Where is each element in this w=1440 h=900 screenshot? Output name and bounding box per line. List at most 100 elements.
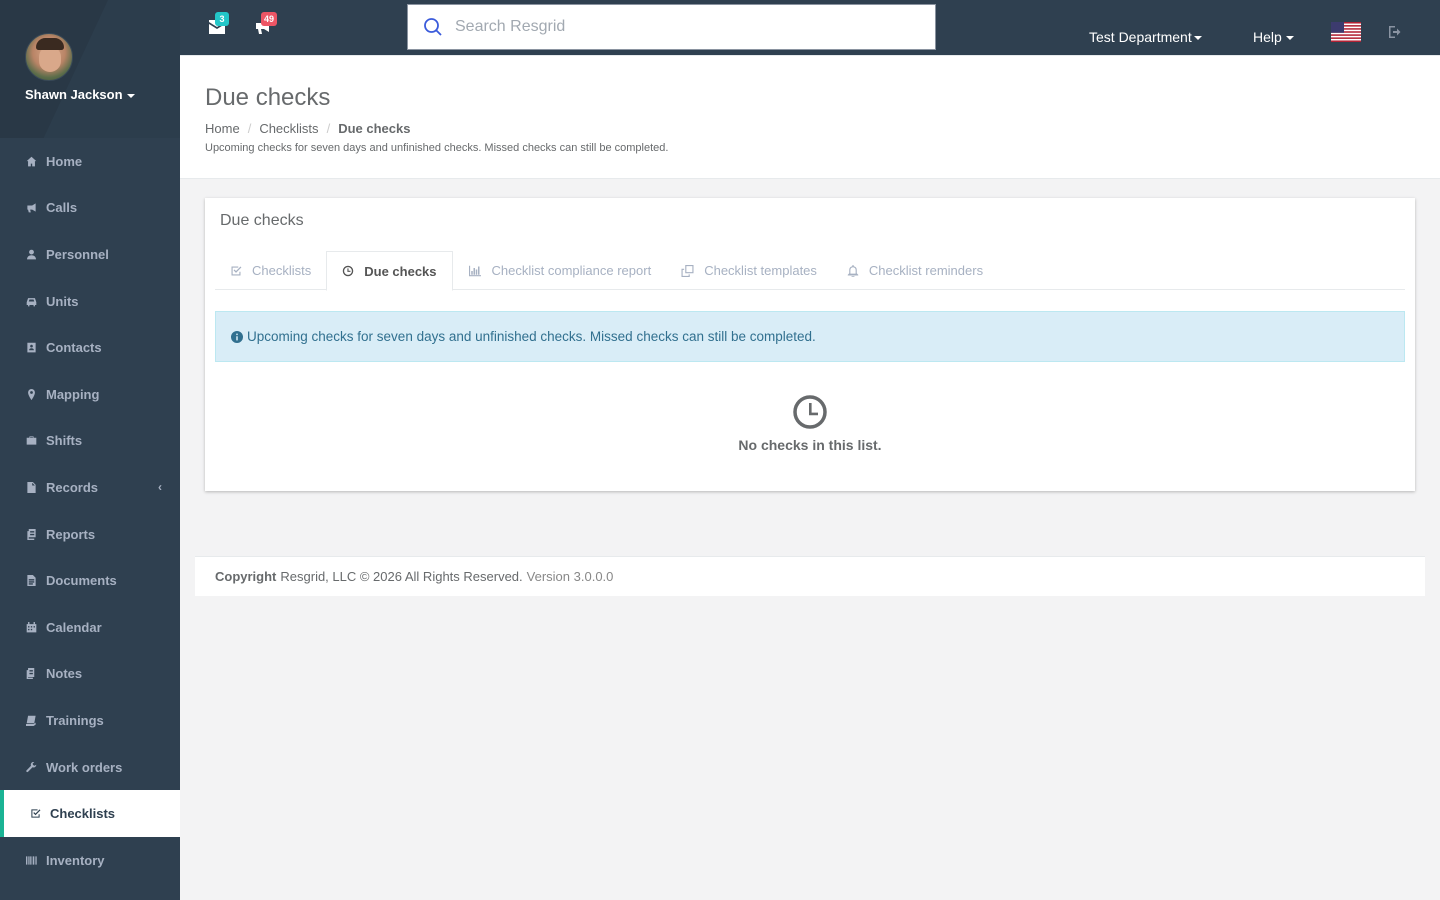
clock-icon	[793, 395, 827, 429]
breadcrumb-current: Due checks	[338, 121, 411, 136]
sidebar-item-documents[interactable]: Documents	[0, 557, 180, 604]
info-alert: Upcoming checks for seven days and unfin…	[215, 311, 1405, 362]
sidebar-item-label: Mapping	[46, 386, 100, 402]
sign-out-icon	[1389, 26, 1401, 38]
tab-due-checks[interactable]: Due checks	[326, 251, 453, 291]
copyright-label: Copyright	[215, 569, 277, 584]
notes-icon	[25, 668, 37, 680]
sidebar-item-label: Calls	[46, 200, 78, 216]
sidebar-item-shifts[interactable]: Shifts	[0, 418, 180, 465]
calls-button[interactable]: 49	[255, 12, 278, 36]
empty-state: No checks in this list.	[205, 394, 1415, 453]
alert-text: Upcoming checks for seven days and unfin…	[247, 329, 816, 344]
due-checks-panel: Due checks Checklists Due checks Checkli…	[205, 198, 1415, 491]
sidebar-item-label: Contacts	[46, 340, 102, 356]
book-icon	[25, 714, 37, 726]
messages-button[interactable]: 3	[209, 12, 229, 36]
search-icon	[424, 18, 442, 36]
barcode-icon	[25, 854, 37, 866]
sidebar-item-mapping[interactable]: Mapping	[0, 371, 180, 418]
tab-checklists[interactable]: Checklists	[215, 251, 326, 290]
profile-name: Shawn Jackson	[25, 87, 123, 102]
check-square-icon	[29, 808, 41, 820]
sidebar-item-inventory[interactable]: Inventory	[0, 837, 180, 884]
calls-count-badge: 49	[261, 12, 278, 26]
sidebar-item-reports[interactable]: Reports	[0, 511, 180, 558]
breadcrumb-home-link[interactable]: Home	[205, 121, 240, 136]
user-icon	[25, 248, 37, 260]
tab-checklist-templates[interactable]: Checklist templates	[666, 251, 832, 290]
bullhorn-icon	[25, 202, 37, 214]
tab-label: Checklist reminders	[868, 263, 984, 278]
us-flag-icon[interactable]	[1331, 22, 1361, 42]
logout-button[interactable]	[1389, 26, 1403, 38]
tab-label: Checklist templates	[704, 263, 817, 278]
help-dropdown[interactable]: Help	[1253, 29, 1294, 45]
caret-down-icon	[1193, 36, 1202, 41]
home-icon	[25, 155, 37, 167]
bar-chart-icon	[468, 265, 481, 276]
tab-compliance-report[interactable]: Checklist compliance report	[453, 251, 667, 290]
clock-icon	[343, 265, 354, 277]
address-book-icon	[25, 342, 37, 354]
search-input[interactable]	[455, 18, 895, 36]
sidebar-item-label: Notes	[46, 666, 83, 682]
truck-icon	[25, 295, 37, 307]
breadcrumb-checklists-link[interactable]: Checklists	[259, 121, 318, 136]
check-square-icon	[231, 266, 242, 275]
top-navbar: 3 49 Test Department Help	[180, 0, 1440, 56]
sidebar-item-units[interactable]: Units	[0, 278, 180, 325]
sidebar-item-records[interactable]: Records ‹	[0, 464, 180, 511]
bell-icon	[847, 264, 859, 277]
sidebar-item-label: Personnel	[46, 246, 109, 262]
chevron-left-icon: ‹	[158, 480, 162, 495]
sidebar-item-notes[interactable]: Notes	[0, 651, 180, 698]
sidebar-item-contacts[interactable]: Contacts	[0, 324, 180, 371]
tab-label: Checklist compliance report	[491, 263, 652, 278]
page-title: Due checks	[205, 84, 331, 111]
profile-area: Shawn Jackson	[0, 0, 180, 138]
sidebar-item-label: Checklists	[50, 806, 116, 822]
panel-title: Due checks	[220, 212, 304, 229]
copyright-text: Resgrid, LLC © 2026 All Rights Reserved.	[280, 569, 523, 584]
tab-label: Checklists	[252, 263, 312, 278]
sidebar-item-label: Trainings	[46, 712, 104, 728]
sidebar-item-label: Units	[46, 293, 79, 309]
map-marker-icon	[25, 388, 37, 400]
page-description: Upcoming checks for seven days and unfin…	[205, 142, 669, 154]
copy-icon	[681, 264, 694, 277]
version-text: Version 3.0.0.0	[526, 569, 614, 584]
sidebar: Shawn Jackson Home Calls Personnel Units…	[0, 0, 180, 900]
sidebar-item-personnel[interactable]: Personnel	[0, 231, 180, 278]
sidebar-item-work-orders[interactable]: Work orders	[0, 744, 180, 791]
sidebar-item-label: Shifts	[46, 433, 83, 449]
department-label: Test Department	[1089, 29, 1192, 45]
sidebar-item-checklists[interactable]: Checklists	[0, 790, 180, 837]
sidebar-item-trainings[interactable]: Trainings	[0, 697, 180, 744]
profile-name-dropdown[interactable]: Shawn Jackson	[25, 87, 135, 102]
sidebar-item-label: Work orders	[46, 759, 123, 775]
report-icon	[25, 528, 37, 540]
sidebar-item-label: Documents	[46, 573, 117, 589]
caret-down-icon	[1285, 36, 1294, 41]
breadcrumb: Home / Checklists / Due checks	[205, 121, 410, 136]
avatar[interactable]	[25, 33, 73, 81]
avatar-hair	[36, 38, 64, 50]
tab-checklist-reminders[interactable]: Checklist reminders	[832, 251, 998, 290]
document-icon	[25, 575, 37, 587]
empty-state-text: No checks in this list.	[738, 437, 882, 453]
sidebar-nav: Home Calls Personnel Units Contacts Mapp…	[0, 138, 180, 884]
department-dropdown[interactable]: Test Department	[1089, 29, 1202, 45]
sidebar-item-home[interactable]: Home	[0, 138, 180, 185]
help-label: Help	[1253, 29, 1282, 45]
sidebar-item-label: Inventory	[46, 852, 105, 868]
sidebar-item-calls[interactable]: Calls	[0, 185, 180, 232]
caret-down-icon	[126, 93, 135, 98]
sidebar-item-label: Home	[46, 153, 83, 169]
sidebar-item-calendar[interactable]: Calendar	[0, 604, 180, 651]
search-box[interactable]	[407, 4, 936, 50]
calendar-icon	[25, 621, 37, 633]
info-circle-icon	[231, 330, 243, 343]
briefcase-icon	[25, 435, 37, 447]
messages-count-badge: 3	[215, 12, 229, 26]
